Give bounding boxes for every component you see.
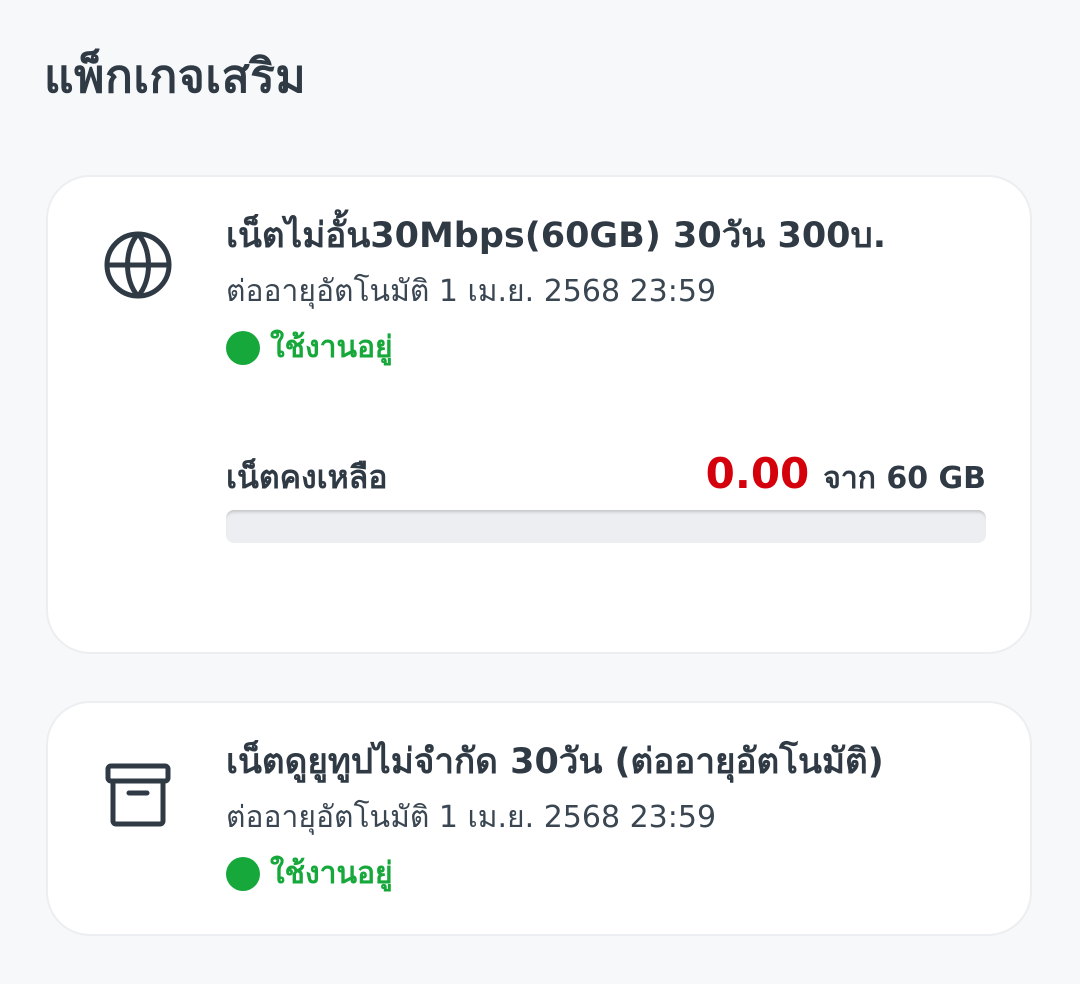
renewal-date: ต่ออายุอัตโนมัติ 1 เม.ย. 2568 23:59 [226,274,717,309]
status-badge: ใช้งานอยู่ [226,327,986,369]
status-label: ใช้งานอยู่ [270,330,393,365]
usage-summary: เน็ตคงเหลือ 0.00 จาก 60 GB [226,449,986,503]
status-label: ใช้งานอยู่ [270,856,393,891]
globe-icon [102,229,174,301]
package-card[interactable]: เน็ตดูยูทูปไม่จำกัด 30วัน (ต่ออายุอัตโนม… [46,701,1032,936]
package-name: เน็ตดูยูทูปไม่จำกัด 30วัน (ต่ออายุอัตโนม… [226,742,884,782]
status-dot-icon [226,331,260,365]
package-name: เน็ตไม่อั้น30Mbps(60GB) 30วัน 300บ. [226,216,887,256]
usage-progress-bar [226,510,986,543]
archive-box-icon [102,759,174,831]
usage-label: เน็ตคงเหลือ [226,458,388,496]
section-title: แพ็กเกจเสริม [44,49,307,103]
package-card[interactable]: เน็ตไม่อั้น30Mbps(60GB) 30วัน 300บ. ต่ออ… [46,175,1032,654]
usage-remaining: 0.00 [705,449,810,498]
usage-total: จาก 60 GB [823,461,986,496]
status-dot-icon [226,857,260,891]
renewal-date: ต่ออายุอัตโนมัติ 1 เม.ย. 2568 23:59 [226,800,717,835]
usage-values: 0.00 จาก 60 GB [706,449,986,502]
status-badge: ใช้งานอยู่ [226,853,986,895]
